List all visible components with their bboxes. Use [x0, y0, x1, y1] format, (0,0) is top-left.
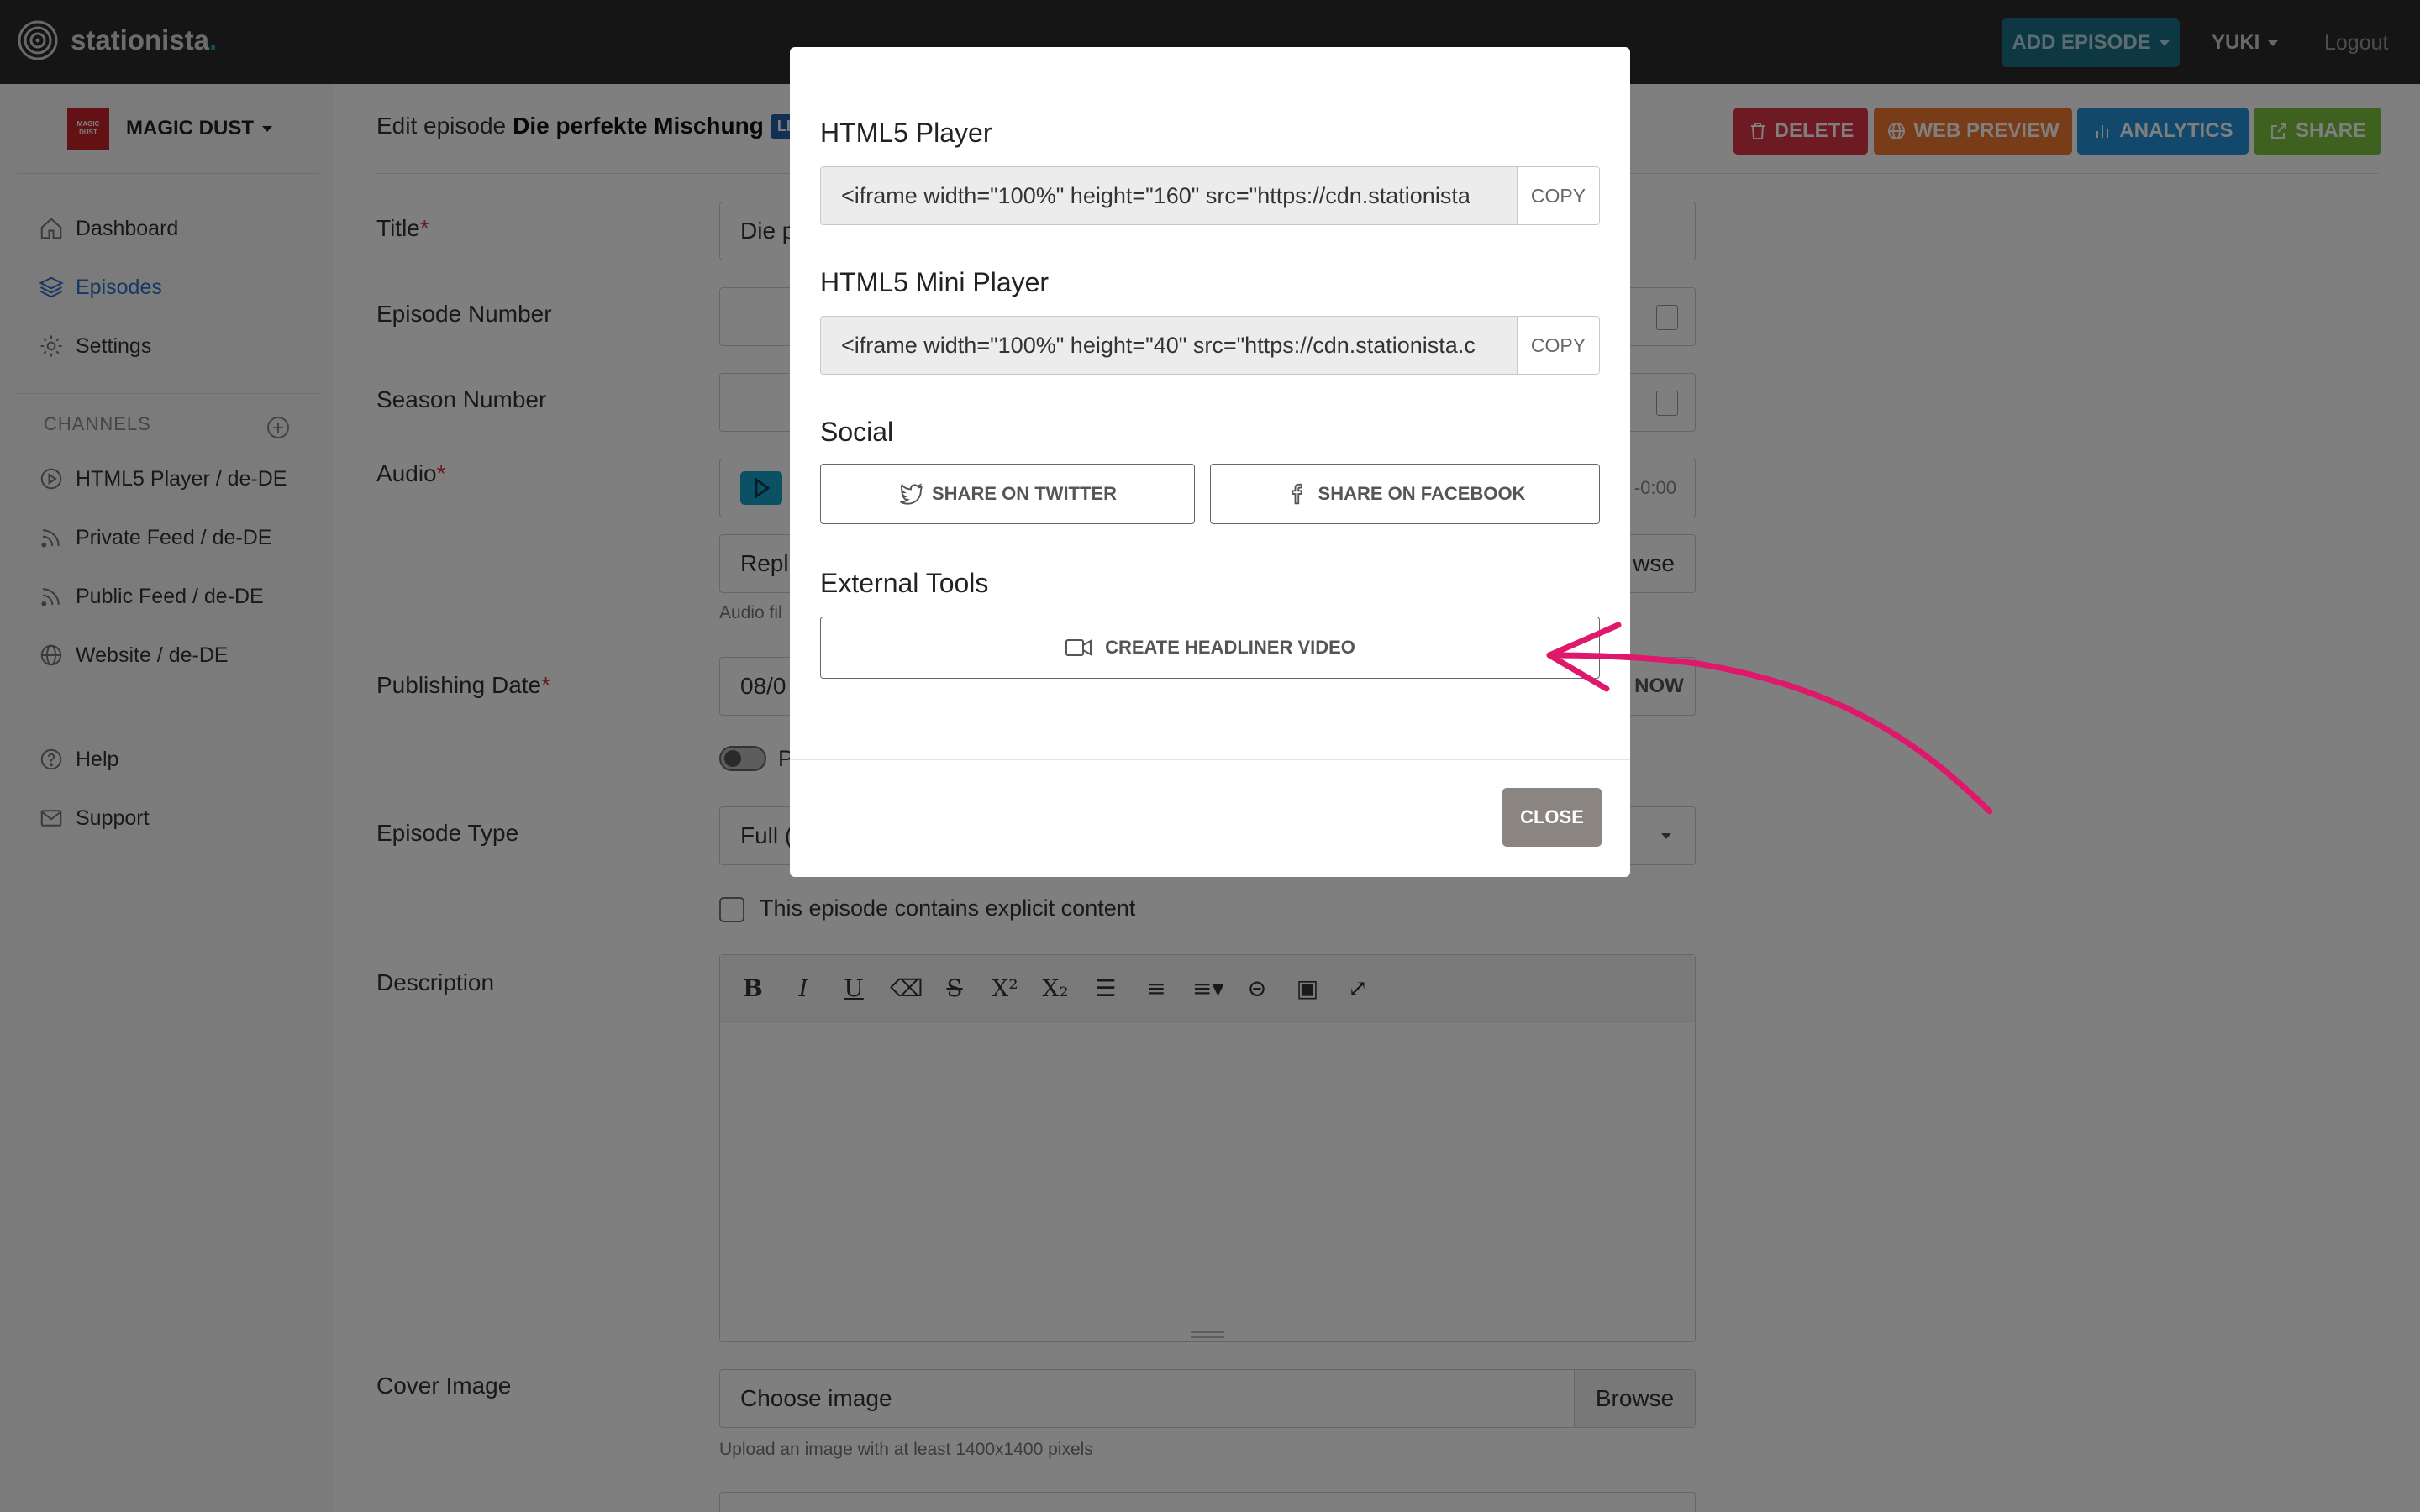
video-camera-icon	[1065, 639, 1092, 656]
twitter-icon	[900, 483, 923, 505]
share-facebook-label: SHARE ON FACEBOOK	[1318, 483, 1526, 504]
external-tools-heading: External Tools	[820, 568, 989, 598]
mini-player-code-input[interactable]: <iframe width="100%" height="40" src="ht…	[821, 317, 1517, 374]
copy-html5-player-button[interactable]: COPY	[1517, 167, 1599, 224]
mini-player-embed: <iframe width="100%" height="40" src="ht…	[820, 316, 1600, 375]
create-headliner-video-button[interactable]: CREATE HEADLINER VIDEO	[820, 617, 1600, 679]
html5-player-code-input[interactable]: <iframe width="100%" height="160" src="h…	[821, 167, 1517, 224]
mini-player-heading: HTML5 Mini Player	[820, 267, 1050, 297]
share-twitter-label: SHARE ON TWITTER	[932, 483, 1117, 504]
annotation-arrow-icon	[1546, 622, 1993, 815]
share-modal: HTML5 Player <iframe width="100%" height…	[790, 47, 1630, 877]
modal-footer-divider	[790, 759, 1630, 760]
copy-mini-player-button[interactable]: COPY	[1517, 317, 1599, 374]
social-heading: Social	[820, 417, 894, 447]
create-headliner-label: CREATE HEADLINER VIDEO	[1105, 637, 1355, 658]
facebook-icon	[1291, 483, 1302, 505]
share-twitter-button[interactable]: SHARE ON TWITTER	[820, 464, 1195, 524]
share-facebook-button[interactable]: SHARE ON FACEBOOK	[1210, 464, 1600, 524]
html5-player-embed: <iframe width="100%" height="160" src="h…	[820, 166, 1600, 225]
html5-player-heading: HTML5 Player	[820, 118, 992, 148]
